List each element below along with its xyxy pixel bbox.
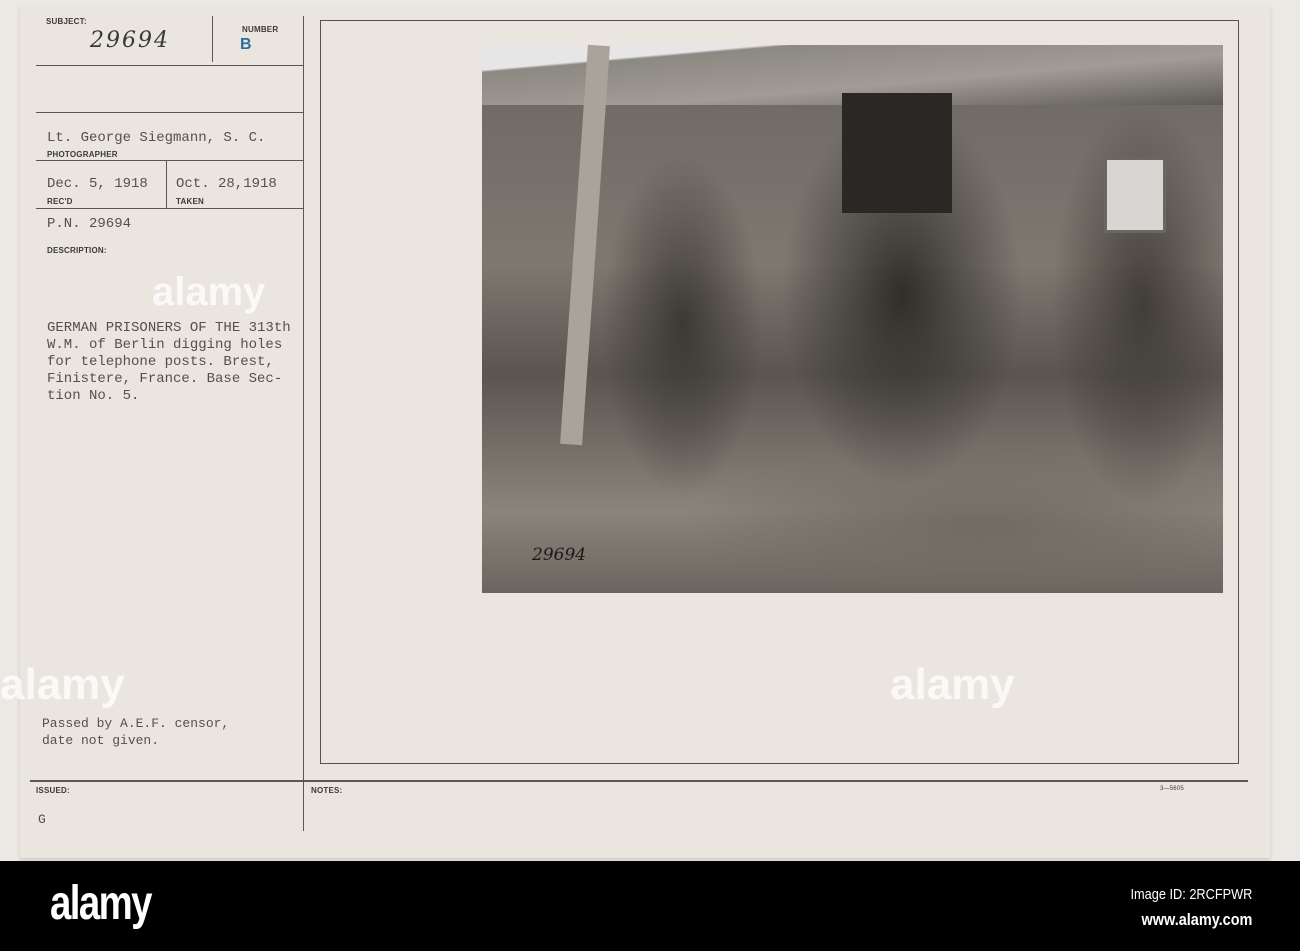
- description-line: tion No. 5.: [47, 388, 140, 404]
- taken-value: Oct. 28,1918: [176, 176, 277, 192]
- subject-label: SUBJECT:: [46, 17, 87, 26]
- divider: [166, 160, 167, 208]
- divider: [36, 65, 304, 66]
- censor-line: date not given.: [42, 733, 160, 748]
- photograph: 29694: [482, 44, 1223, 593]
- notes-label: NOTES:: [311, 786, 343, 795]
- taken-label: TAKEN: [176, 197, 204, 206]
- description-label: DESCRIPTION:: [47, 246, 107, 255]
- issued-value: G: [38, 812, 46, 827]
- watermark: alamy: [0, 660, 125, 709]
- description-line: GERMAN PRISONERS OF THE 313th: [47, 320, 291, 336]
- description-line: Finistere, France. Base Sec-: [47, 371, 283, 387]
- divider: [30, 780, 1248, 782]
- photographer-value: Lt. George Siegmann, S. C.: [47, 130, 266, 146]
- divider: [212, 16, 213, 62]
- description-line: W.M. of Berlin digging holes: [47, 337, 283, 353]
- issued-label: ISSUED:: [36, 786, 70, 795]
- site-url[interactable]: www.alamy.com: [1141, 910, 1252, 930]
- photo-stamp-number: 29694: [532, 545, 587, 565]
- watermark: alamy: [152, 270, 266, 314]
- footer-bar: [0, 861, 1300, 951]
- divider: [36, 112, 304, 113]
- alamy-logo: alamy: [50, 877, 152, 930]
- watermark: alamy: [890, 660, 1015, 709]
- number-label: NUMBER: [242, 25, 279, 34]
- column-divider: [303, 16, 304, 831]
- shed-window: [1104, 157, 1166, 233]
- recd-value: Dec. 5, 1918: [47, 176, 148, 192]
- image-id: Image ID: 2RCFPWR: [1130, 886, 1252, 903]
- recd-label: REC'D: [47, 197, 73, 206]
- divider: [36, 160, 304, 161]
- censor-line: Passed by A.E.F. censor,: [42, 716, 230, 731]
- description-text: GERMAN PRISONERS OF THE 313th W.M. of Be…: [47, 320, 291, 405]
- shed-door: [842, 93, 952, 213]
- censor-note: Passed by A.E.F. censor, date not given.: [42, 715, 229, 749]
- description-line: for telephone posts. Brest,: [47, 354, 274, 370]
- number-value: B: [240, 36, 252, 53]
- form-number: 3—5605: [1160, 786, 1184, 792]
- photographer-label: PHOTOGRAPHER: [47, 150, 118, 159]
- pn-value: P.N. 29694: [47, 216, 132, 232]
- divider: [36, 208, 304, 209]
- subject-value: 29694: [90, 28, 170, 53]
